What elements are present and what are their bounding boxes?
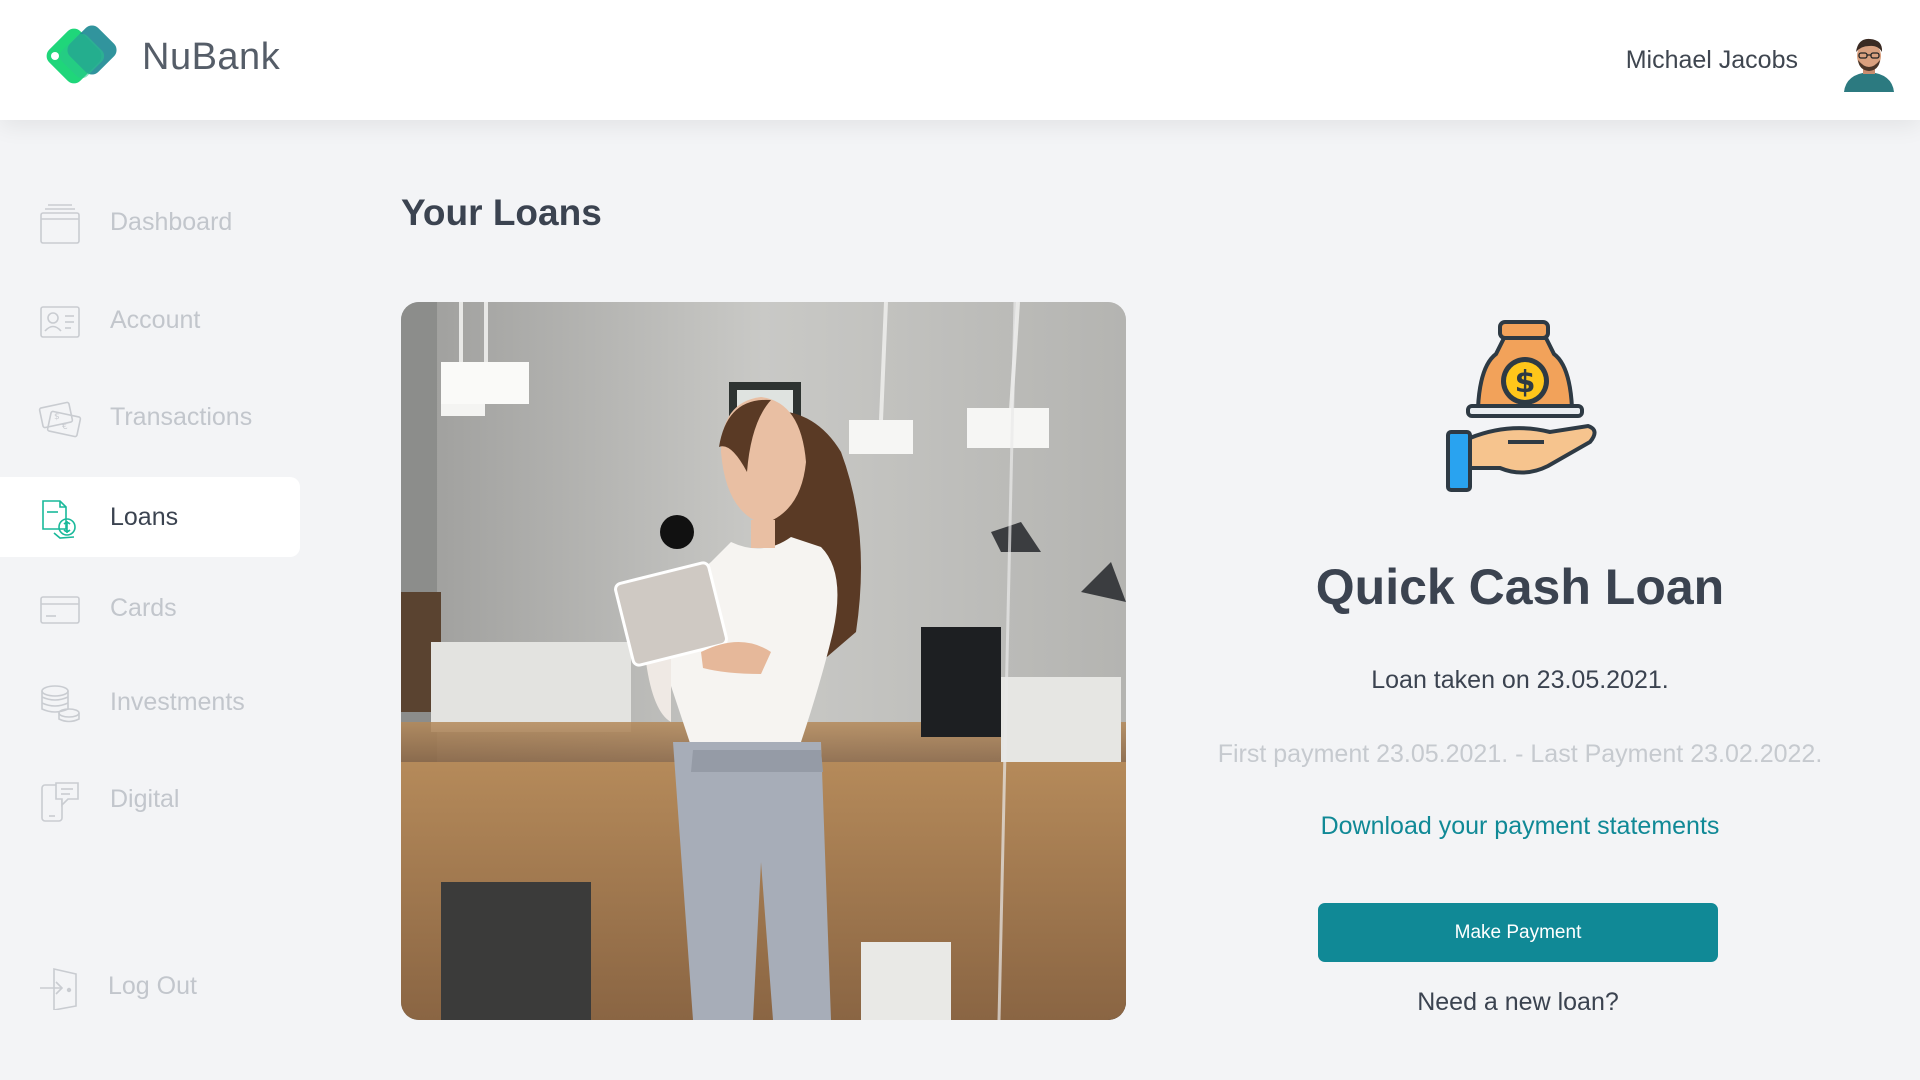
top-header: NuBank Michael Jacobs xyxy=(0,0,1920,120)
loan-name: Quick Cash Loan xyxy=(1315,559,1725,615)
loan-hero-photo xyxy=(401,302,1126,1020)
download-statements-link[interactable]: Download your payment statements xyxy=(1170,812,1870,841)
sidebar-item-label: Digital xyxy=(110,784,180,813)
brand-name: NuBank xyxy=(142,36,281,78)
sidebar-item-label: Cards xyxy=(110,593,177,622)
loan-payment-period: First payment 23.05.2021. - Last Payment… xyxy=(1217,740,1823,768)
credit-card-icon xyxy=(40,596,80,624)
logout-label: Log Out xyxy=(108,971,197,1000)
sidebar-item-label: Account xyxy=(110,305,201,334)
sidebar-item-label: Dashboard xyxy=(110,207,233,236)
nubank-logo-icon[interactable] xyxy=(38,24,124,96)
avatar[interactable] xyxy=(1842,34,1896,92)
logout-icon xyxy=(40,967,77,1010)
sidebar-item-label: Investments xyxy=(110,687,245,716)
phone-chat-icon xyxy=(41,782,79,822)
sidebar-item-dashboard[interactable]: Dashboard xyxy=(0,182,300,262)
sidebar-item-account[interactable]: Account xyxy=(0,280,300,360)
sidebar-item-label: Transactions xyxy=(110,402,253,431)
sidebar-item-digital[interactable]: Digital xyxy=(0,759,300,839)
sidebar: Dashboard Account $ € Transactions Loans… xyxy=(0,120,300,1080)
sidebar-item-loans[interactable]: Loans xyxy=(0,477,300,557)
loan-document-icon xyxy=(42,500,76,539)
user-name: Michael Jacobs xyxy=(1625,46,1798,74)
id-card-icon xyxy=(40,306,80,338)
svg-text:€: € xyxy=(62,422,68,432)
svg-text:$: $ xyxy=(1515,365,1536,400)
svg-text:$: $ xyxy=(54,412,60,422)
dashboard-icon xyxy=(40,204,80,244)
sidebar-item-transactions[interactable]: $ € Transactions xyxy=(0,377,300,457)
loan-taken-date: Loan taken on 23.05.2021. xyxy=(1371,666,1669,694)
make-payment-button[interactable]: Make Payment xyxy=(1318,903,1718,962)
logout-button[interactable]: Log Out xyxy=(0,946,300,1026)
sidebar-item-cards[interactable]: Cards xyxy=(0,568,300,648)
new-loan-link[interactable]: Need a new loan? xyxy=(1318,988,1718,1017)
page-title: Your Loans xyxy=(401,192,602,233)
banknotes-icon: $ € xyxy=(38,401,82,438)
sidebar-item-label: Loans xyxy=(110,502,179,531)
sidebar-item-investments[interactable]: Investments xyxy=(0,662,300,742)
coins-stack-icon xyxy=(41,685,80,723)
money-bag-hand-icon: $ xyxy=(1446,320,1597,492)
